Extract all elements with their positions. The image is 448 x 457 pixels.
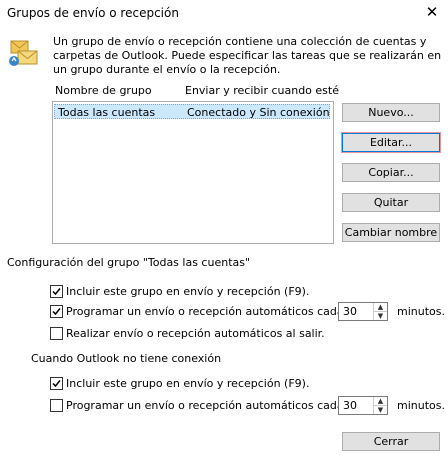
online-schedule-checkbox[interactable] [50,305,63,318]
online-include-checkbox[interactable] [50,285,63,298]
online-on-exit-label: Realizar envío o recepción automáticos a… [66,327,325,340]
online-minutes-spinner[interactable]: 30 ▲ ▼ [338,302,388,321]
online-schedule-label: Programar un envío o recepción automátic… [66,305,344,318]
new-button[interactable]: Nuevo... [342,103,440,122]
spin-up-icon[interactable]: ▲ [373,303,387,311]
checkmark-icon [52,308,61,316]
online-settings-heading: Configuración del grupo "Todas las cuent… [7,256,251,269]
description-text: Un grupo de envío o recepción contiene u… [53,35,442,76]
offline-settings-heading: Cuando Outlook no tiene conexión [31,352,222,365]
offline-minutes-unit: minutos. [397,399,445,412]
spin-down-icon[interactable]: ▼ [373,311,387,320]
offline-schedule-label: Programar un envío o recepción automátic… [66,399,344,412]
copy-button[interactable]: Copiar... [342,163,440,182]
column-header-group-name: Nombre de grupo [55,84,152,97]
online-include-label: Incluir este grupo en envío y recepción … [66,285,310,298]
remove-button[interactable]: Quitar [342,193,440,212]
send-receive-group-icon [8,38,40,68]
offline-minutes-value: 30 [343,399,357,412]
online-minutes-unit: minutos. [397,305,445,318]
spin-up-icon[interactable]: ▲ [373,397,387,405]
rename-button[interactable]: Cambiar nombre [342,223,440,242]
row-group-name: Todas las cuentas [58,106,156,119]
checkmark-icon [52,288,61,296]
offline-minutes-spinner[interactable]: 30 ▲ ▼ [338,396,388,415]
close-button[interactable]: Cerrar [342,432,440,451]
online-minutes-value: 30 [343,305,357,318]
checkmark-icon [52,380,61,388]
offline-schedule-checkbox[interactable] [50,399,63,412]
online-on-exit-checkbox[interactable] [50,327,63,340]
edit-button[interactable]: Editar... [342,133,440,152]
row-send-receive-mode: Conectado y Sin conexión [187,106,330,119]
window-title: Grupos de envío o recepción [7,6,179,20]
column-header-send-receive-when: Enviar y recibir cuando esté [185,84,339,97]
close-window-button[interactable]: ✕ [421,2,443,22]
list-row-all-accounts[interactable]: Todas las cuentas Conectado y Sin conexi… [54,104,330,119]
offline-include-checkbox[interactable] [50,377,63,390]
offline-include-label: Incluir este grupo en envío y recepción … [66,377,310,390]
send-receive-groups-list[interactable]: Nombre de grupo Enviar y recibir cuando … [52,84,339,244]
spin-down-icon[interactable]: ▼ [373,405,387,414]
